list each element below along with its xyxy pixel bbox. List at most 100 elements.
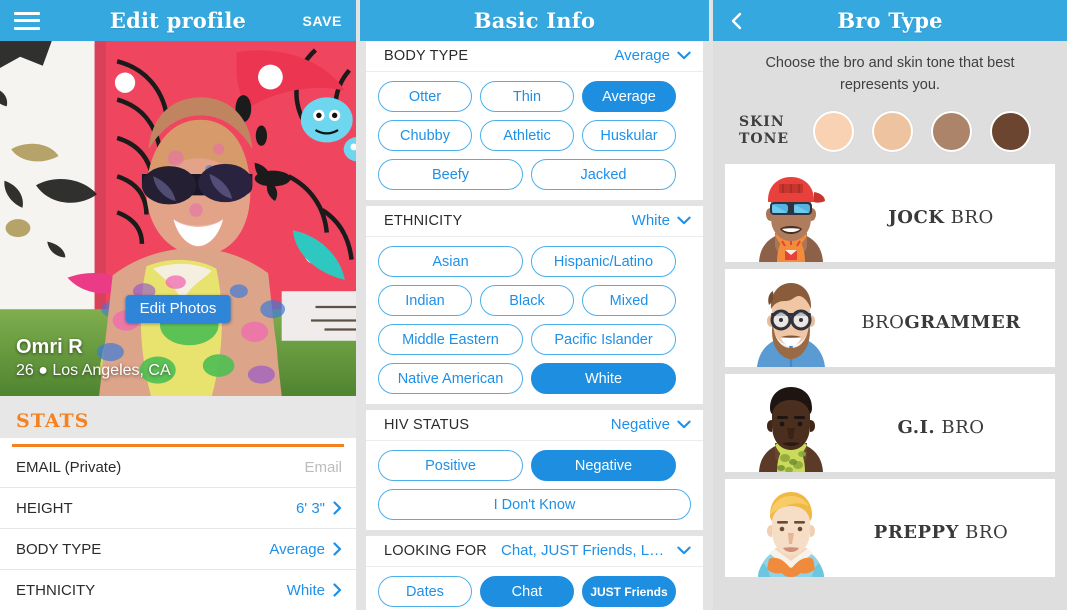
bro-type-body: Choose the bro and skin tone that best r… — [713, 41, 1067, 610]
option-pill-white[interactable]: White — [531, 363, 676, 394]
stats-row-label: BODY TYPE — [16, 540, 102, 558]
three-panel-screenshot: Edit profile SAVE Edit Photos Omri R 26 … — [0, 0, 1067, 610]
section-value: White — [632, 212, 691, 229]
section-value-text: Negative — [610, 416, 670, 433]
section-value-text: White — [631, 212, 670, 229]
brogrammer-avatar — [757, 282, 825, 367]
option-pill-thin[interactable]: Thin — [480, 81, 574, 112]
stats-row-value-text: Average — [269, 540, 325, 558]
section-hiv-status: HIV STATUS Negative Positive Negative I Don'… — [366, 410, 703, 530]
bro-type-instructions: Choose the bro and skin tone that best r… — [765, 55, 1015, 93]
option-pill-chat[interactable]: Chat — [480, 576, 574, 607]
option-pill-asian[interactable]: Asian — [378, 246, 523, 277]
chevron-down-icon — [677, 51, 691, 60]
section-looking-for: LOOKING FOR Chat, JUST Friends, Long-T...… — [366, 536, 703, 610]
back-chevron-icon[interactable] — [727, 11, 747, 31]
stats-row-value: Average — [269, 541, 342, 558]
chevron-right-icon — [333, 542, 342, 556]
skin-tone-row: SKIN TONE — [713, 97, 1067, 164]
stats-row-value: 6' 3" — [296, 500, 342, 517]
option-pill-indian[interactable]: Indian — [378, 285, 472, 316]
page-title: Bro Type — [837, 8, 943, 33]
stats-row-value-text: Email — [304, 458, 342, 476]
option-pill-huskular[interactable]: Huskular — [582, 120, 676, 151]
panel-basic-info: Basic Info BODY TYPE Average Otter Thin Aver… — [360, 0, 709, 610]
option-pill-average[interactable]: Average — [582, 81, 676, 112]
section-header[interactable]: HIV STATUS Negative — [366, 410, 703, 441]
chevron-down-icon — [677, 546, 691, 555]
basic-info-header: Basic Info — [360, 0, 709, 41]
option-pill-just-friends[interactable]: JUST Friends — [582, 576, 676, 607]
profile-photo[interactable]: Edit Photos Omri R 26 ● Los Angeles, CA — [0, 41, 356, 396]
option-pill-i-don-t-know[interactable]: I Don't Know — [378, 489, 691, 520]
option-pill-black[interactable]: Black — [480, 285, 574, 316]
option-pill-dates[interactable]: Dates — [378, 576, 472, 607]
option-pill-hispanic-latino[interactable]: Hispanic/Latino — [531, 246, 676, 277]
option-pill-chubby[interactable]: Chubby — [378, 120, 472, 151]
header-right-slot: SAVE — [303, 0, 357, 41]
section-value-text: Average — [614, 47, 670, 64]
option-pill-otter[interactable]: Otter — [378, 81, 472, 112]
option-pill-mixed[interactable]: Mixed — [582, 285, 676, 316]
stats-row-height[interactable]: HEIGHT 6' 3" — [0, 488, 356, 529]
profile-identity: Omri R 26 ● Los Angeles, CA — [16, 336, 171, 382]
basic-info-scroll[interactable]: BODY TYPE Average Otter Thin Average Chubby At… — [360, 41, 709, 610]
section-header[interactable]: BODY TYPE Average — [366, 41, 703, 72]
section-ethnicity: ETHNICITY White Asian Hispanic/Latino Indian… — [366, 206, 703, 404]
skin-tone-4[interactable] — [990, 110, 1031, 152]
stats-row-label: EMAIL (Private) — [16, 458, 122, 476]
skin-tone-label: SKIN TONE — [739, 114, 799, 149]
section-value: Negative — [611, 416, 691, 433]
stats-row-value-text: White — [286, 581, 325, 599]
bro-type-label: BROGRAMMER — [861, 311, 1021, 333]
stats-row-email-private[interactable]: EMAIL (Private) Email — [0, 447, 356, 488]
bro-type-row[interactable]: JOCK BRO — [725, 163, 1055, 262]
option-pill-native-american[interactable]: Native American — [378, 363, 523, 394]
skin-tone-label-line1: SKIN — [739, 113, 785, 130]
bro-type-row[interactable]: BROGRAMMER — [725, 268, 1055, 367]
section-value: Chat, JUST Friends, Long-T... — [501, 542, 691, 559]
chevron-down-icon — [677, 216, 691, 225]
section-label: LOOKING FOR — [384, 542, 487, 559]
section-label: BODY TYPE — [384, 47, 469, 64]
section-label: HIV STATUS — [384, 416, 470, 433]
option-pill-middle-eastern[interactable]: Middle Eastern — [378, 324, 523, 355]
bro-type-label: G.I. BRO — [897, 416, 985, 438]
option-pill-athletic[interactable]: Athletic — [480, 120, 574, 151]
edit-profile-header: Edit profile SAVE — [0, 0, 356, 41]
bro-type-row[interactable]: G.I. BRO — [725, 373, 1055, 472]
header-left-slot — [713, 0, 747, 41]
bro-type-label: PREPPY BRO — [873, 521, 1009, 543]
stats-row-body-type[interactable]: BODY TYPE Average — [0, 529, 356, 570]
option-pill-group: DatesChatJUST FriendsLong-Term Bromance — [366, 567, 703, 610]
stats-label: STATS — [16, 410, 90, 432]
skin-tone-label-line2: TONE — [739, 131, 790, 147]
gi-bro-avatar — [759, 386, 823, 472]
panel-bro-type: Bro Type Choose the bro and skin tone th… — [713, 0, 1067, 610]
option-pill-beefy[interactable]: Beefy — [378, 159, 523, 190]
bro-type-list: JOCK BRO BROGRAMMER G.I. BRO PREPPY BRO — [713, 163, 1067, 577]
option-pill-pacific-islander[interactable]: Pacific Islander — [531, 324, 676, 355]
option-pill-positive[interactable]: Positive — [378, 450, 523, 481]
skin-tone-1[interactable] — [813, 110, 854, 152]
skin-tone-2[interactable] — [872, 110, 913, 152]
stats-row-label: ETHNICITY — [16, 581, 96, 599]
jock-bro-avatar — [759, 176, 825, 262]
edit-photos-button[interactable]: Edit Photos — [125, 295, 231, 323]
save-button[interactable]: SAVE — [303, 13, 343, 29]
section-label: ETHNICITY — [384, 212, 463, 229]
skin-tone-3[interactable] — [931, 110, 972, 152]
hamburger-icon[interactable] — [14, 11, 40, 30]
stats-row-ethnicity[interactable]: ETHNICITY White — [0, 570, 356, 610]
option-pill-group: Positive Negative I Don't Know — [366, 441, 703, 530]
profile-age-location: 26 ● Los Angeles, CA — [16, 362, 171, 380]
option-pill-group: Otter Thin Average Chubby Athletic Huskular Be… — [366, 72, 703, 200]
option-pill-negative[interactable]: Negative — [531, 450, 676, 481]
section-header[interactable]: ETHNICITY White — [366, 206, 703, 237]
section-body-type: BODY TYPE Average Otter Thin Average Chubby At… — [366, 41, 703, 200]
section-value-text: Chat, JUST Friends, Long-T... — [501, 542, 670, 559]
section-value: Average — [614, 47, 691, 64]
bro-type-row[interactable]: PREPPY BRO — [725, 478, 1055, 577]
section-header[interactable]: LOOKING FOR Chat, JUST Friends, Long-T... — [366, 536, 703, 567]
option-pill-jacked[interactable]: Jacked — [531, 159, 676, 190]
